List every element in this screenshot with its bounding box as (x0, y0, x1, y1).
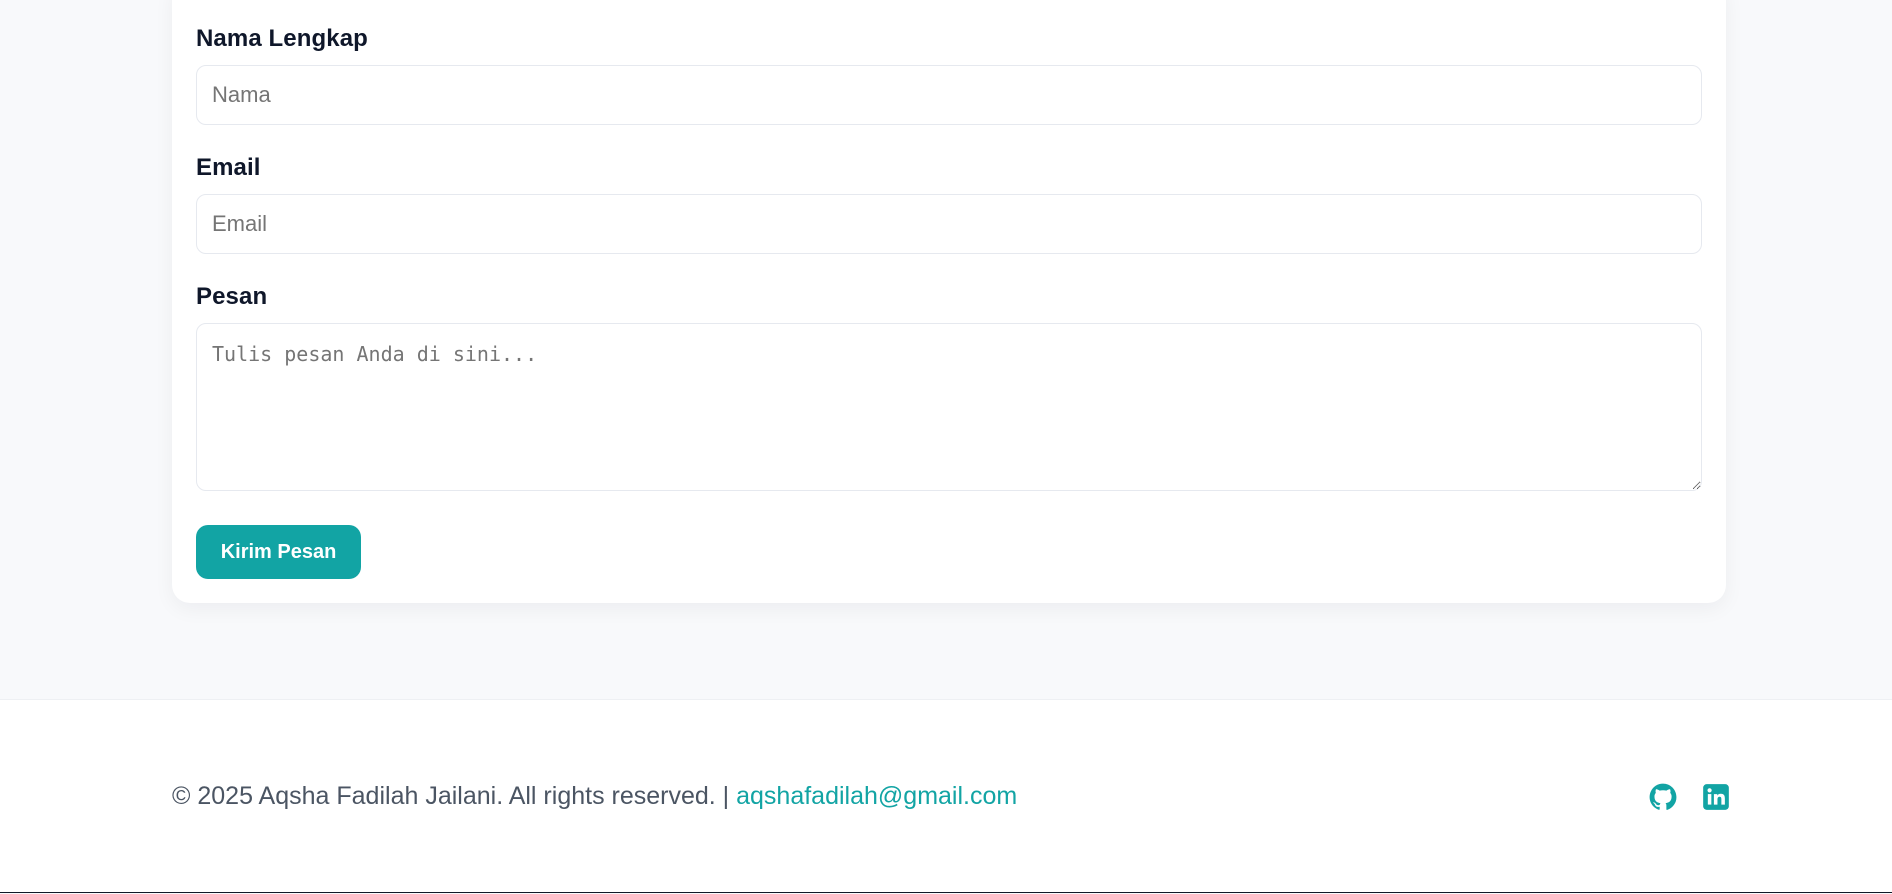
footer: © 2025 Aqsha Fadilah Jailani. All rights… (0, 699, 1892, 893)
message-field-group: Pesan (196, 283, 1702, 491)
email-field-group: Email (196, 154, 1702, 254)
footer-copyright: © 2025 Aqsha Fadilah Jailani. All rights… (172, 782, 1017, 811)
email-label: Email (196, 154, 261, 181)
name-field-group: Nama Lengkap (196, 25, 1702, 125)
linkedin-link[interactable] (1702, 783, 1730, 811)
email-input[interactable] (196, 194, 1702, 254)
message-label: Pesan (196, 283, 268, 310)
contact-form-card: Nama Lengkap Email Pesan Kirim Pesan (172, 0, 1726, 603)
page: Nama Lengkap Email Pesan Kirim Pesan © 2… (0, 0, 1892, 894)
name-input[interactable] (196, 65, 1702, 125)
message-textarea[interactable] (196, 323, 1702, 491)
github-icon (1649, 783, 1677, 810)
copyright-text: © 2025 Aqsha Fadilah Jailani. All rights… (172, 782, 716, 810)
footer-email-link[interactable]: aqshafadilah@gmail.com (736, 782, 1017, 810)
submit-button[interactable]: Kirim Pesan (196, 525, 361, 579)
footer-separator: | (715, 782, 737, 810)
linkedin-icon (1703, 784, 1729, 810)
bottom-border (0, 892, 1892, 893)
github-link[interactable] (1649, 783, 1677, 811)
name-label: Nama Lengkap (196, 25, 368, 52)
